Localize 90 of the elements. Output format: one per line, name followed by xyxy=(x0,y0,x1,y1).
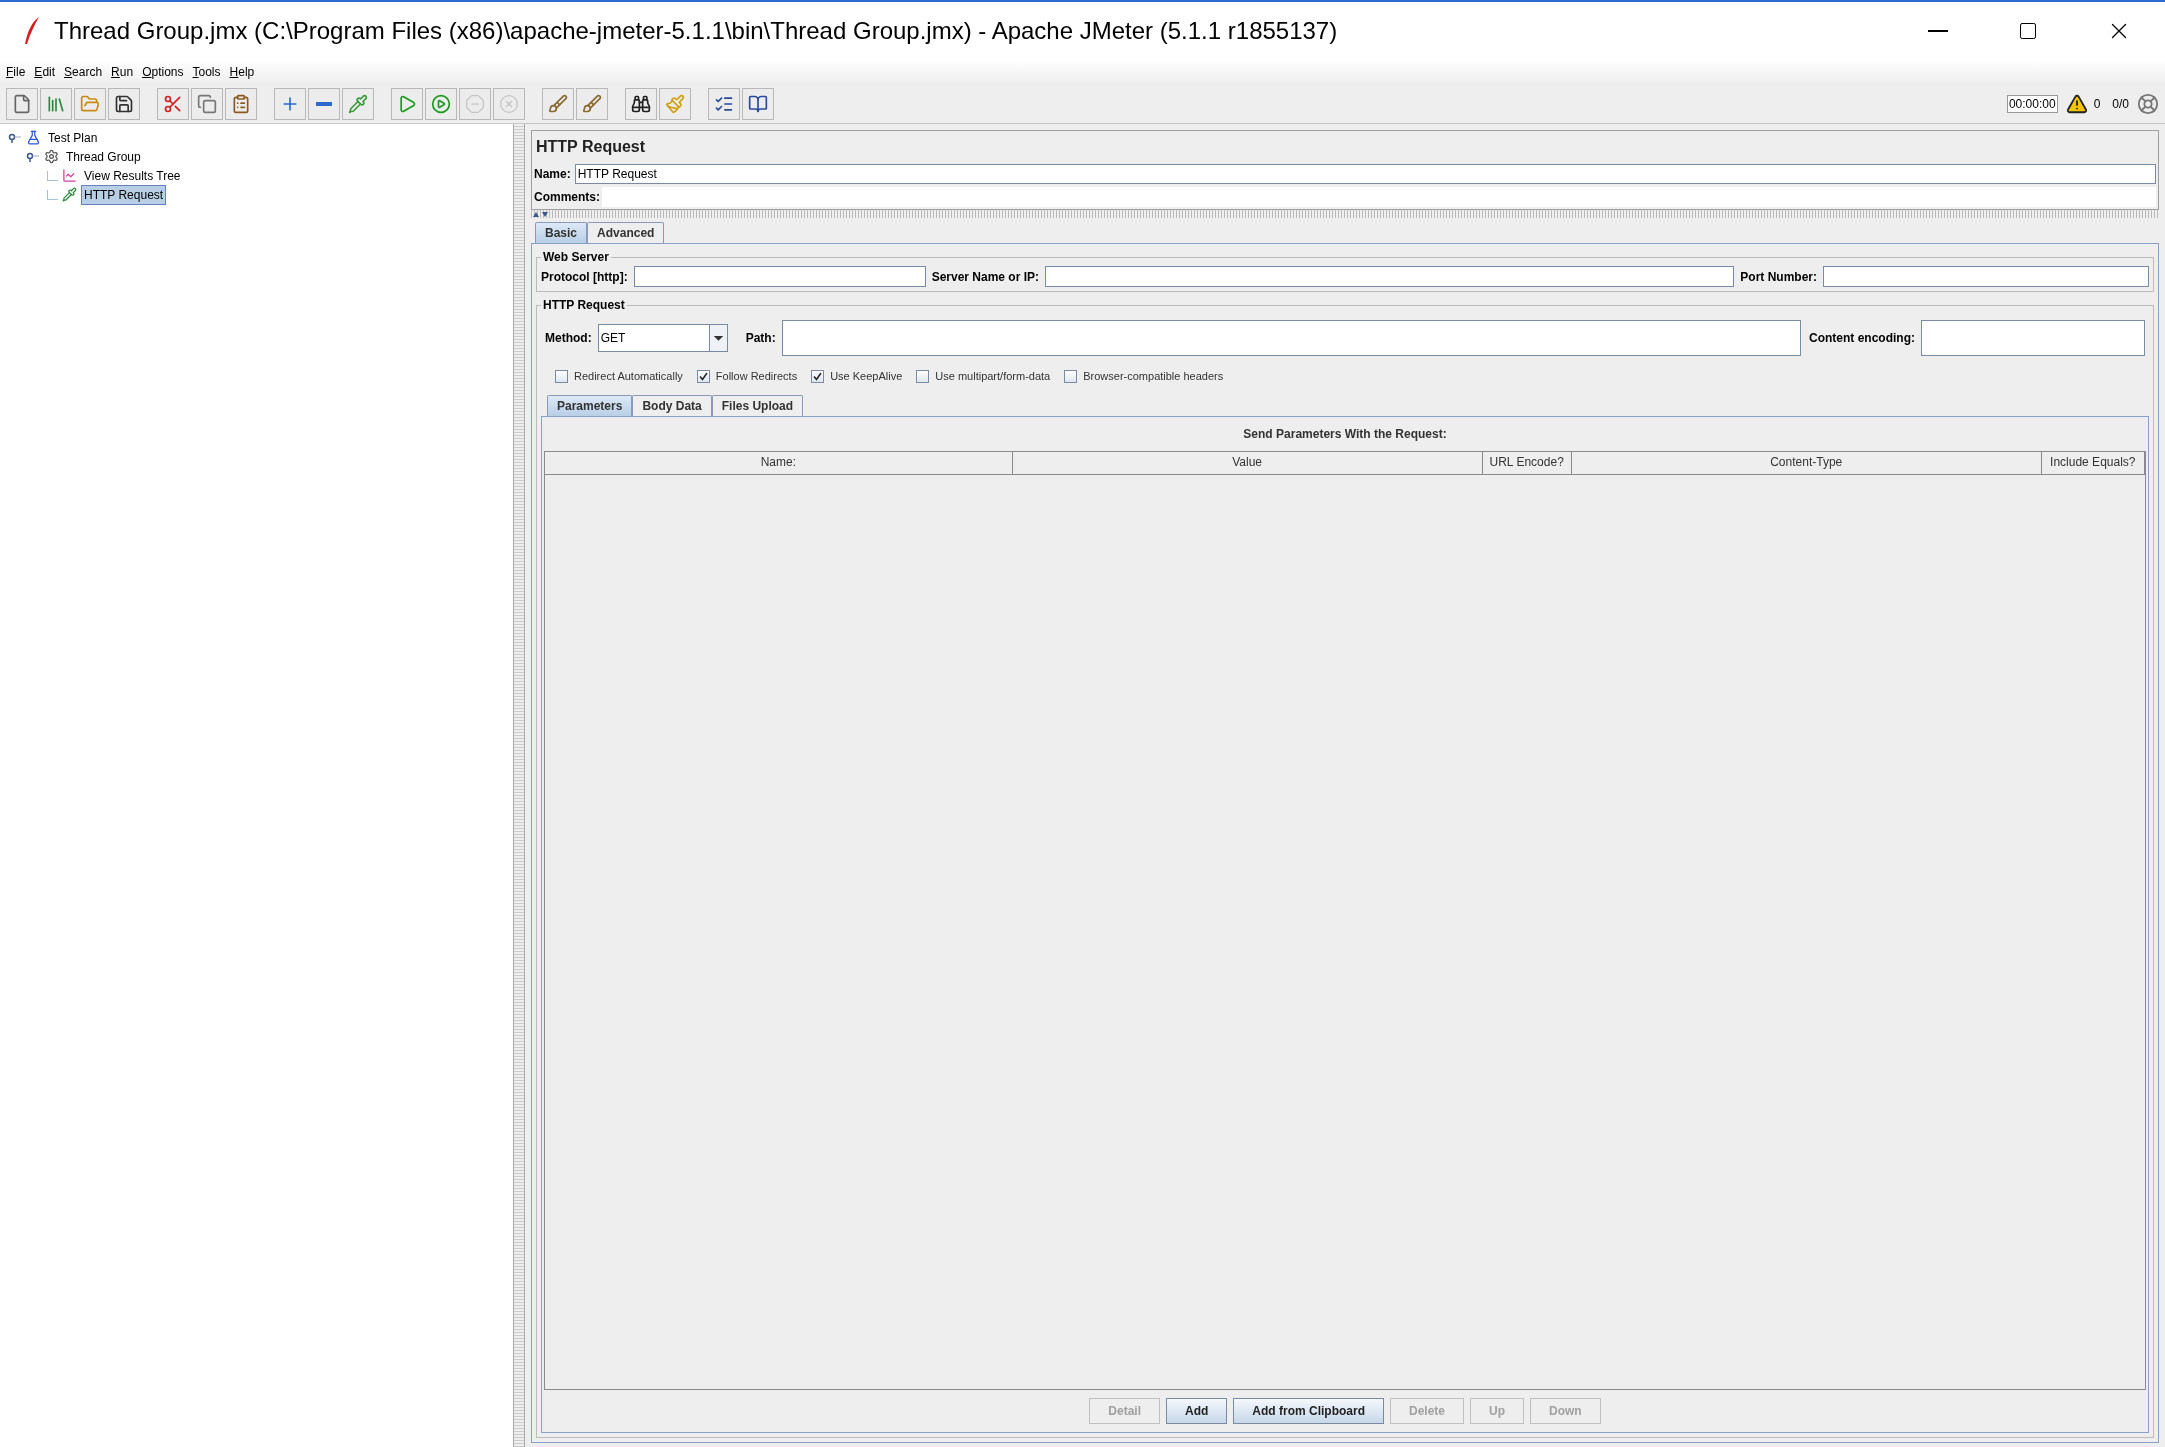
menu-item[interactable]: Help xyxy=(229,63,255,81)
column-header[interactable]: Include Equals? xyxy=(2041,451,2145,474)
checkbox-label: Use KeepAlive xyxy=(830,369,903,384)
checkbox-label: Follow Redirects xyxy=(715,369,798,384)
chart-icon xyxy=(62,168,77,183)
checkbox[interactable] xyxy=(811,369,825,383)
column-header[interactable]: Value xyxy=(1012,451,1483,474)
checkbox[interactable] xyxy=(555,369,568,383)
save-icon xyxy=(114,93,134,114)
search-icon xyxy=(631,93,651,114)
column-header[interactable]: Name: xyxy=(545,451,1013,474)
timer-field: 00:00:00 xyxy=(2006,94,2058,113)
menu-item[interactable]: File xyxy=(6,63,26,81)
help-icon xyxy=(748,93,768,114)
group-legend: HTTP Request xyxy=(541,296,627,314)
warning-icon[interactable] xyxy=(2065,92,2088,115)
copy-icon xyxy=(197,93,217,114)
tab[interactable]: Advanced xyxy=(587,222,665,243)
folder-icon xyxy=(80,93,100,114)
field-label: Method: xyxy=(545,330,592,347)
column-header[interactable]: URL Encode? xyxy=(1482,451,1572,474)
field-label: Server Name or IP: xyxy=(931,268,1040,286)
text-field[interactable] xyxy=(633,266,926,287)
text-field[interactable] xyxy=(1823,266,2149,287)
broom-icon xyxy=(582,93,602,114)
tree-item[interactable]: HTTP Request xyxy=(81,184,167,205)
new-file-icon xyxy=(12,93,32,114)
panel-title: HTTP Request xyxy=(535,137,647,157)
path-field[interactable] xyxy=(781,320,1801,356)
shutdown-icon xyxy=(499,93,519,114)
column-header[interactable]: Content-Type xyxy=(1571,451,2042,474)
checkbox[interactable] xyxy=(696,369,710,383)
maximize-icon xyxy=(2018,21,2038,41)
play-icon xyxy=(431,93,451,114)
checkbox-label: Use multipart/form-data xyxy=(935,369,1051,384)
table-caption: Send Parameters With the Request: xyxy=(1242,425,1448,443)
method-dropdown[interactable]: GET xyxy=(597,324,728,352)
field-label: Path: xyxy=(745,330,776,347)
feather-icon xyxy=(22,16,42,46)
caret-icon xyxy=(708,325,727,351)
toolbar-button[interactable] xyxy=(708,87,740,120)
toolbar-button[interactable] xyxy=(742,87,774,120)
text-field[interactable] xyxy=(1045,266,1735,287)
window-title: Thread Group.jmx (C:\Program Files (x86)\apache-jmeter-5.1.1\bin\Thread Group.jmx) - Apache JMeter (5.1.1 r1855137) xyxy=(54,16,1338,46)
name-field[interactable]: HTTP Request xyxy=(574,164,2156,184)
expand-handle-icon[interactable] xyxy=(26,151,40,162)
flask-icon xyxy=(26,130,41,145)
split-arrows-icon[interactable] xyxy=(531,210,551,218)
broom-icon xyxy=(548,93,568,114)
broom-icon xyxy=(665,93,685,114)
gear-icon xyxy=(44,149,59,164)
expand-handle-icon[interactable] xyxy=(8,132,22,143)
menu-item[interactable]: Edit xyxy=(34,63,56,81)
thread-count: 0/0 xyxy=(2112,95,2129,113)
pipette-icon xyxy=(62,187,77,202)
tab[interactable]: Files Upload xyxy=(711,394,804,416)
action-button[interactable]: Add xyxy=(1166,1398,1228,1424)
menu-item[interactable]: Options xyxy=(142,63,184,81)
field-label: Port Number: xyxy=(1740,268,1817,286)
field-label: Name: xyxy=(534,166,571,183)
scissors-icon xyxy=(163,93,183,114)
pipette-icon xyxy=(348,93,368,114)
menu-item[interactable]: Run xyxy=(111,63,134,81)
menu-item[interactable]: Tools xyxy=(192,63,221,81)
toolbar-button[interactable] xyxy=(108,87,140,120)
play-icon xyxy=(397,93,417,114)
tree-item[interactable]: Thread Group xyxy=(63,146,144,167)
error-count: 0 xyxy=(2093,95,2101,113)
checkbox-label: Redirect Automatically xyxy=(574,369,683,384)
action-button[interactable]: Add from Clipboard xyxy=(1233,1398,1384,1424)
minus-icon xyxy=(316,101,332,106)
status-icon xyxy=(2137,92,2159,115)
tree-item[interactable]: Test Plan xyxy=(45,127,101,148)
group-legend: Web Server xyxy=(541,248,611,266)
clipboard-icon xyxy=(231,93,251,114)
encoding-field[interactable] xyxy=(1921,320,2145,356)
menu-item[interactable]: Search xyxy=(64,63,103,81)
field-label: Comments: xyxy=(534,189,601,206)
field-label: Content encoding: xyxy=(1809,330,1915,347)
tab[interactable]: Basic xyxy=(535,222,588,243)
tab[interactable]: Parameters xyxy=(547,394,633,416)
tab[interactable]: Body Data xyxy=(632,394,712,416)
tree-item[interactable]: View Results Tree xyxy=(81,165,184,186)
checkbox[interactable] xyxy=(1064,369,1078,383)
checkbox-label: Browser-compatible headers xyxy=(1083,369,1224,384)
stop-icon xyxy=(465,93,485,114)
field-label: Protocol [http]: xyxy=(541,268,628,286)
toolbar-button[interactable] xyxy=(625,87,657,120)
minimize-icon xyxy=(1928,30,1948,32)
checkbox[interactable] xyxy=(916,369,930,383)
